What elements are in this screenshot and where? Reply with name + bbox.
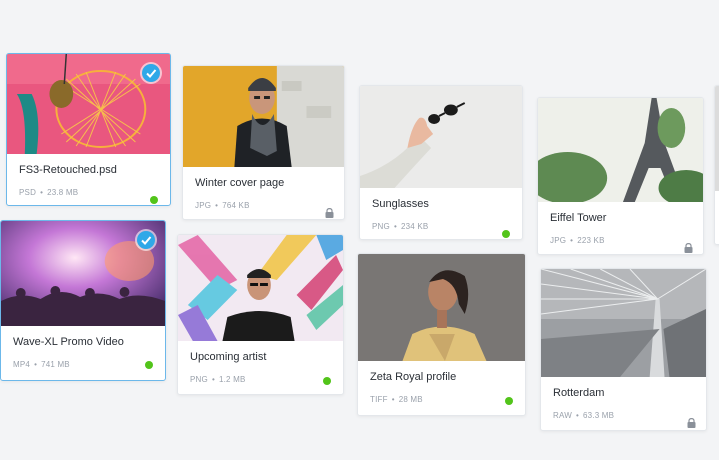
- file-name: Wave-XL Promo Video: [13, 336, 124, 348]
- file-type: JPG: [195, 201, 212, 210]
- file-card[interactable]: Wave-XL Promo Video MP4 • 741 MB: [0, 220, 166, 381]
- file-type: MP4: [13, 360, 31, 369]
- file-name: Winter cover page: [195, 177, 285, 189]
- file-thumbnail: [715, 86, 719, 191]
- file-card[interactable]: FS3-Retouched.psd PSD • 23.8 MB: [6, 53, 171, 206]
- lock-icon: [687, 418, 696, 428]
- file-thumbnail: [7, 54, 170, 154]
- file-name: Rotterdam: [553, 387, 605, 399]
- file-size: 1.2 MB: [218, 375, 246, 384]
- file-meta: JPG • 764 KB: [195, 201, 250, 210]
- file-type: PNG: [190, 375, 208, 384]
- file-meta: MP4 • 741 MB: [13, 360, 70, 369]
- file-name: Sunglasses: [372, 198, 429, 210]
- file-thumbnail: [360, 86, 522, 188]
- file-type: PSD: [19, 188, 37, 197]
- file-meta: PNG • 234 KB: [372, 222, 429, 231]
- lock-icon: [684, 243, 693, 253]
- file-thumbnail: [541, 269, 706, 377]
- file-thumbnail: [183, 66, 344, 167]
- file-card[interactable]: Eiffel Tower JPG • 223 KB: [537, 97, 704, 255]
- file-thumbnail: [538, 98, 703, 202]
- file-card[interactable]: Rotterdam RAW • 63.3 MB: [540, 268, 707, 431]
- file-thumbnail: [358, 254, 525, 361]
- file-type: RAW: [553, 411, 572, 420]
- file-name: Upcoming artist: [190, 351, 267, 363]
- file-name: FS3-Retouched.psd: [19, 164, 117, 176]
- file-name: Eiffel Tower: [550, 212, 607, 224]
- file-size: 234 KB: [400, 222, 429, 231]
- file-type: TIFF: [370, 395, 388, 404]
- file-size: 741 MB: [41, 360, 70, 369]
- file-card[interactable]: Upcoming artist PNG • 1.2 MB: [177, 234, 344, 395]
- checkmark-icon[interactable]: [137, 231, 155, 249]
- status-online-icon: [323, 377, 331, 385]
- file-card-partial[interactable]: [714, 85, 719, 245]
- file-size: 23.8 MB: [47, 188, 79, 197]
- file-name: Zeta Royal profile: [370, 371, 457, 383]
- file-card[interactable]: Zeta Royal profile TIFF • 28 MB: [357, 253, 526, 416]
- status-online-icon: [150, 196, 158, 204]
- status-online-icon: [505, 397, 513, 405]
- file-size: 28 MB: [398, 395, 423, 404]
- file-meta: PSD • 23.8 MB: [19, 188, 79, 197]
- status-online-icon: [502, 230, 510, 238]
- file-meta: TIFF • 28 MB: [370, 395, 423, 404]
- file-card[interactable]: Winter cover page JPG • 764 KB: [182, 65, 345, 220]
- file-meta: JPG • 223 KB: [550, 236, 605, 245]
- status-online-icon: [145, 361, 153, 369]
- file-meta: RAW • 63.3 MB: [553, 411, 615, 420]
- file-size: 63.3 MB: [582, 411, 615, 420]
- file-size: 223 KB: [577, 236, 605, 245]
- file-thumbnail: [1, 221, 165, 326]
- file-size: 764 KB: [222, 201, 250, 210]
- lock-icon: [325, 208, 334, 218]
- file-thumbnail: [178, 235, 343, 341]
- file-type: JPG: [550, 236, 567, 245]
- checkmark-icon[interactable]: [142, 64, 160, 82]
- file-card[interactable]: Sunglasses PNG • 234 KB: [359, 85, 523, 240]
- file-type: PNG: [372, 222, 390, 231]
- file-meta: PNG • 1.2 MB: [190, 375, 246, 384]
